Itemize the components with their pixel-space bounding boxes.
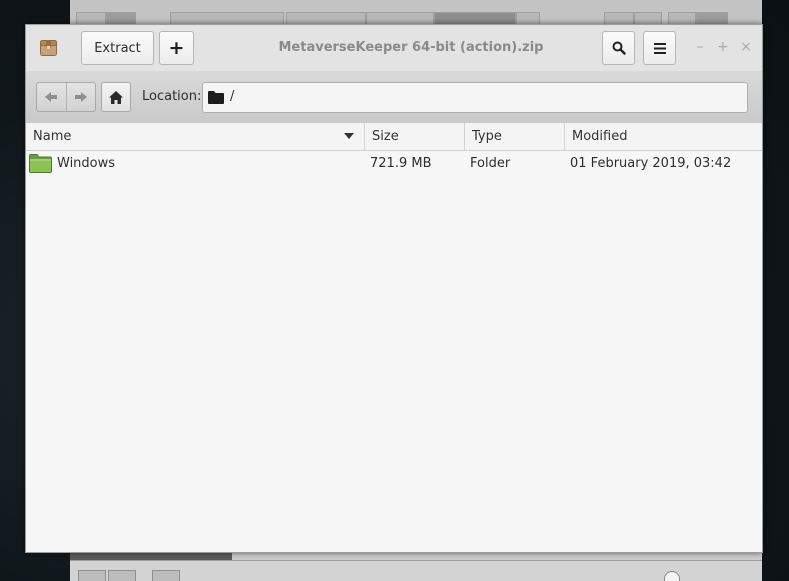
table-row[interactable]: Windows 721.9 MB Folder 01 February 2019… — [26, 150, 762, 176]
archive-icon — [40, 40, 57, 56]
close-button[interactable]: × — [739, 39, 753, 55]
column-header-name[interactable]: Name — [26, 123, 365, 150]
file-list: Name Size Type Modified Windows 721.9 MB… — [26, 123, 762, 552]
home-button[interactable] — [101, 82, 131, 112]
extract-button-label: Extract — [94, 40, 141, 56]
window-title: MetaverseKeeper 64-bit (action).zip — [278, 40, 544, 55]
background-button — [108, 570, 136, 581]
file-modified: 01 February 2019, 03:42 — [570, 156, 732, 171]
file-list-header: Name Size Type Modified — [26, 123, 762, 151]
add-files-button[interactable]: + — [159, 31, 194, 65]
folder-icon — [29, 154, 52, 173]
search-icon — [612, 41, 626, 55]
background-toolbar — [70, 0, 762, 26]
plus-icon: + — [168, 37, 185, 59]
location-field[interactable]: / — [202, 82, 748, 113]
file-size: 721.9 MB — [370, 156, 432, 171]
background-button — [152, 570, 180, 581]
column-header-modified[interactable]: Modified — [565, 123, 764, 150]
home-icon — [109, 90, 123, 104]
maximize-button[interactable]: + — [716, 39, 730, 55]
hamburger-menu-icon — [653, 42, 666, 54]
file-name: Windows — [57, 156, 116, 171]
menu-button[interactable] — [643, 31, 676, 65]
column-header-label: Type — [472, 129, 502, 144]
header-bar: Extract + MetaverseKeeper 64-bit (action… — [26, 25, 762, 71]
location-label: Location: — [142, 89, 202, 104]
minimize-button[interactable]: – — [693, 39, 707, 55]
column-header-size[interactable]: Size — [365, 123, 465, 150]
search-button[interactable] — [602, 31, 635, 65]
extract-button[interactable]: Extract — [81, 31, 154, 65]
arrow-left-icon — [45, 92, 58, 102]
column-header-label: Size — [372, 129, 399, 144]
navigation-buttons — [36, 82, 96, 112]
background-slider-knob — [664, 571, 680, 581]
archive-manager-window: Extract + MetaverseKeeper 64-bit (action… — [25, 24, 763, 553]
column-header-label: Name — [33, 129, 72, 144]
arrow-right-icon — [74, 92, 87, 102]
location-path: / — [230, 89, 235, 104]
folder-icon — [208, 91, 224, 104]
column-header-label: Modified — [572, 129, 628, 144]
location-bar: Location: / — [26, 71, 762, 124]
back-button[interactable] — [37, 83, 66, 111]
sort-descending-icon — [344, 133, 354, 139]
column-header-type[interactable]: Type — [465, 123, 565, 150]
file-type: Folder — [470, 156, 511, 171]
background-button — [78, 570, 106, 581]
background-statusbar — [70, 560, 762, 581]
forward-button[interactable] — [65, 83, 96, 111]
